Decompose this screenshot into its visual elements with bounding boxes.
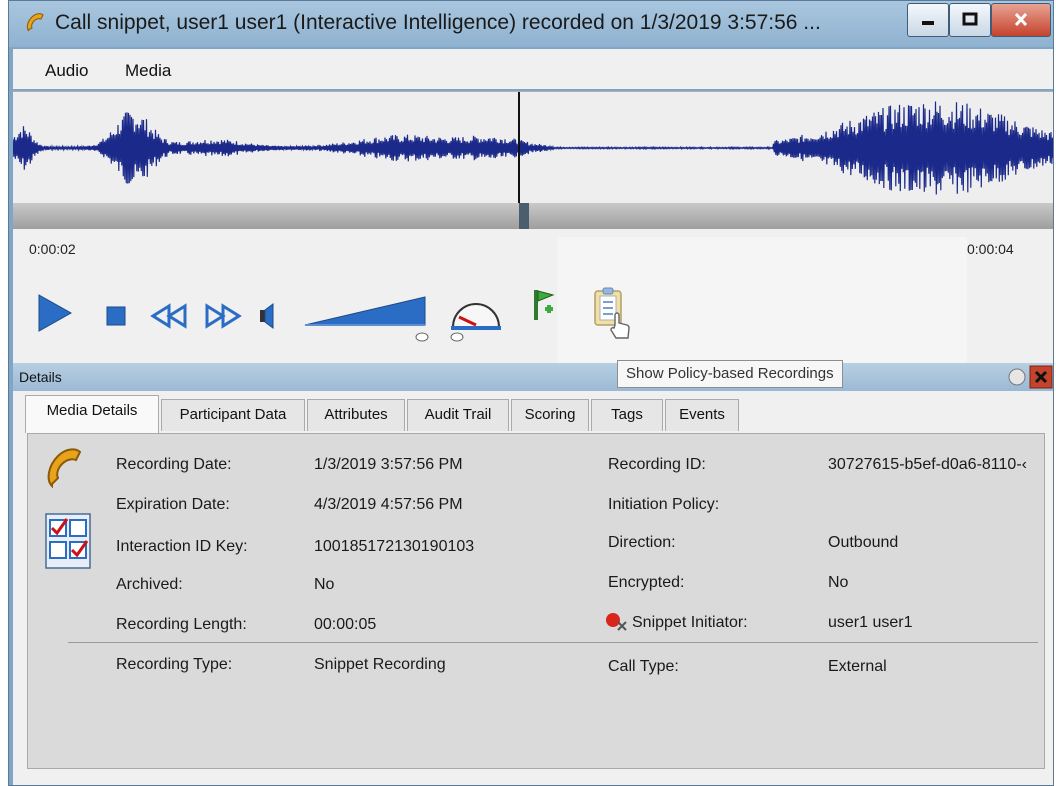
value-encrypted: No <box>828 574 849 591</box>
tab-participant-data[interactable]: Participant Data <box>161 399 305 431</box>
details-body: Recording Date: 1/3/2019 3:57:56 PM Expi… <box>13 433 1053 785</box>
play-icon[interactable] <box>35 293 75 333</box>
label-encrypted: Encrypted: <box>608 574 685 591</box>
maximize-icon <box>962 12 978 26</box>
label-recording-type: Recording Type: <box>116 656 233 673</box>
details-title: Details <box>19 369 62 385</box>
app-window: Call snippet, user1 user1 (Interactive I… <box>8 0 1054 786</box>
label-snippet-initiator: Snippet Initiator: <box>632 614 748 631</box>
minimize-icon <box>922 21 934 25</box>
rewind-icon[interactable] <box>149 303 189 329</box>
details-header: Details <box>13 363 1053 391</box>
tab-audit-trail[interactable]: Audit Trail <box>407 399 509 431</box>
phone-icon <box>26 13 44 32</box>
playback-progress-track[interactable] <box>13 203 1053 229</box>
label-archived: Archived: <box>116 576 183 593</box>
value-archived: No <box>314 576 335 593</box>
value-recording-type: Snippet Recording <box>314 656 446 673</box>
value-direction: Outbound <box>828 534 899 551</box>
menu-bar: Audio Media <box>13 49 1053 89</box>
details-close-icon[interactable] <box>1029 365 1053 389</box>
value-snippet-initiator: user1 user1 <box>828 614 913 631</box>
checkbox-grid-icon <box>45 513 91 569</box>
time-start: 0:00:02 <box>29 241 76 257</box>
value-recording-date: 1/3/2019 3:57:56 PM <box>314 456 463 473</box>
value-interaction-id-key: 100185172130190103 <box>314 538 475 555</box>
playback-progress-thumb[interactable] <box>518 203 529 229</box>
minimize-button[interactable] <box>907 3 949 37</box>
close-button[interactable] <box>991 3 1051 37</box>
waveform-display[interactable] <box>12 91 1053 204</box>
speaker-icon[interactable] <box>257 301 277 331</box>
value-recording-length: 00:00:05 <box>314 616 377 633</box>
label-direction: Direction: <box>608 534 676 551</box>
tab-attributes[interactable]: Attributes <box>307 399 405 431</box>
details-tabs: Media Details Participant Data Attribute… <box>13 391 1053 433</box>
menu-media[interactable]: Media <box>125 61 171 81</box>
phone-handset-icon <box>47 448 82 489</box>
pin-icon[interactable] <box>1007 367 1027 387</box>
tab-scoring[interactable]: Scoring <box>511 399 589 431</box>
value-call-type: External <box>828 658 887 675</box>
speed-gauge-icon[interactable] <box>447 291 505 345</box>
stop-icon[interactable] <box>105 305 127 327</box>
label-expiration-date: Expiration Date: <box>116 496 230 513</box>
label-recording-id: Recording ID: <box>608 456 706 473</box>
tab-tags[interactable]: Tags <box>591 399 663 431</box>
media-details-panel: Recording Date: 1/3/2019 3:57:56 PM Expi… <box>27 433 1045 769</box>
window-title: Call snippet, user1 user1 (Interactive I… <box>55 11 821 34</box>
details-separator <box>68 642 1038 643</box>
fast-forward-icon[interactable] <box>203 303 243 329</box>
label-recording-length: Recording Length: <box>116 616 247 633</box>
tooltip: Show Policy-based Recordings <box>617 360 843 388</box>
maximize-button[interactable] <box>949 3 991 37</box>
label-recording-date: Recording Date: <box>116 456 232 473</box>
close-icon <box>1014 12 1028 27</box>
time-end: 0:00:04 <box>967 241 1014 257</box>
value-expiration-date: 4/3/2019 4:57:56 PM <box>314 496 463 513</box>
label-interaction-id-key: Interaction ID Key: <box>116 538 248 555</box>
label-call-type: Call Type: <box>608 658 679 675</box>
label-initiation-policy: Initiation Policy: <box>608 496 720 513</box>
add-flag-icon[interactable] <box>531 287 557 323</box>
volume-slider[interactable] <box>299 293 439 345</box>
snippet-initiator-icon <box>606 613 627 631</box>
title-bar[interactable]: Call snippet, user1 user1 (Interactive I… <box>9 1 1053 47</box>
tab-events[interactable]: Events <box>665 399 739 431</box>
waveform-path <box>12 101 1053 195</box>
waveform-graph <box>12 92 1053 204</box>
tab-media-details[interactable]: Media Details <box>25 395 159 433</box>
value-recording-id: 30727615-b5ef-d0a6-8110-‹ <box>828 456 1027 473</box>
menu-audio[interactable]: Audio <box>45 61 88 81</box>
